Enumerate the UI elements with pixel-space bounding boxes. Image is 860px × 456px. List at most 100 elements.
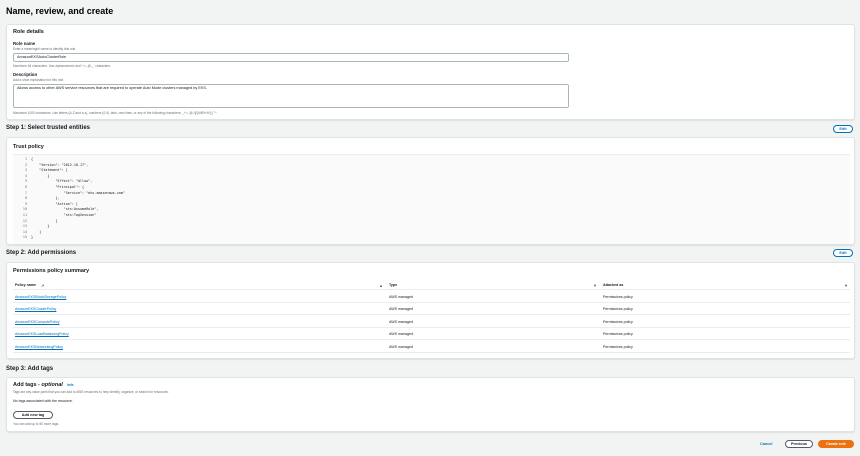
policy-type: AWS managed	[389, 332, 414, 337]
add-tags-title: Add tags - optional Info	[13, 382, 74, 388]
permissions-panel: Permissions policy summary Policy name ↗…	[6, 262, 855, 359]
policy-name-link[interactable]: AmazonEKSNetworkingPolicy	[15, 345, 63, 349]
code-text: "Principal": {	[31, 185, 85, 189]
permissions-table-header: Policy name ↗ ▲ Type ▼ Attached as ▼	[13, 280, 850, 290]
description-label: Description	[13, 72, 38, 77]
add-tags-description: Tags are key-value pairs that you can ad…	[13, 390, 169, 394]
description-description: Add a short explanation for this role.	[13, 78, 65, 82]
sort-icon[interactable]: ▼	[844, 283, 848, 288]
step2-edit-button[interactable]: Edit	[833, 249, 853, 257]
role-details-title: Role details	[13, 29, 44, 35]
policy-attached-as: Permissions policy	[603, 319, 633, 324]
policy-attached-as: Permissions policy	[603, 344, 633, 349]
policy-attached-as: Permissions policy	[603, 295, 633, 299]
code-line: 9 "Action": [	[13, 202, 850, 207]
policy-name-link[interactable]: AmazonEKSClusterPolicy	[15, 307, 56, 311]
policy-name-link[interactable]: AmazonEKSBlockStoragePolicy	[15, 295, 66, 299]
code-line: 15}	[13, 235, 850, 240]
role-name-hint: Maximum 64 characters. Use alphanumeric …	[13, 64, 111, 68]
code-text: "Statement": [	[31, 168, 68, 173]
policy-attached-as: Permissions policy	[603, 332, 633, 337]
page-title: Name, review, and create	[6, 6, 114, 16]
code-line: 3 "Statement": [	[13, 168, 850, 173]
sort-icon[interactable]: ▲	[379, 283, 383, 288]
table-row: AmazonEKSComputePolicy AWS managed Permiss…	[13, 316, 850, 328]
policy-type: AWS managed	[389, 295, 414, 299]
code-line: 10 "sts:AssumeRole",	[13, 207, 850, 212]
code-line: 11 "sts:TagSession"	[13, 213, 850, 218]
line-number: 7	[24, 190, 27, 195]
col-type[interactable]: Type	[389, 283, 397, 287]
description-textarea[interactable]: Allows access to other AWS service resou…	[13, 84, 569, 108]
add-tags-label: Add tags -	[13, 382, 42, 388]
permissions-summary-title: Permissions policy summary	[13, 268, 90, 274]
role-name-label: Role name	[13, 41, 36, 46]
step2-title: Step 2: Add permissions	[6, 250, 77, 256]
tag-limit-text: You can add up to 50 more tags.	[13, 422, 59, 426]
add-new-tag-button[interactable]: Add new tag	[13, 411, 53, 419]
table-row: AmazonEKSNetworkingPolicy AWS managed Perm…	[13, 341, 850, 353]
line-number: 9	[24, 201, 27, 206]
role-details-panel: Role details Role name Enter a meaningfu…	[6, 24, 855, 120]
code-text: "sts:AssumeRole",	[31, 207, 99, 212]
code-text: "sts:TagSession"	[31, 213, 97, 217]
description-hint: Maximum 1000 characters. Use letters (A-…	[13, 111, 217, 115]
line-number: 5	[24, 179, 27, 184]
line-number: 11	[22, 213, 27, 217]
role-name-input[interactable]: AmazonEKSAutoClusterRole	[13, 53, 569, 62]
col-attached-as[interactable]: Attached as	[603, 283, 623, 287]
trust-policy-editor: 1{2 "Version": "2012-10-17", 3 "Statement…	[13, 154, 850, 244]
tags-panel: Add tags - optional Info Tags are key-va…	[6, 377, 855, 432]
code-text: }	[31, 224, 50, 229]
code-text: "Version": "2012-10-17",	[31, 162, 89, 167]
code-text: "Action": [	[31, 201, 78, 206]
line-number: 8	[24, 196, 27, 201]
code-line: 8 },	[13, 196, 850, 201]
code-text: ]	[31, 229, 42, 234]
line-number: 13	[22, 224, 27, 229]
policy-attached-as: Permissions policy	[603, 307, 633, 312]
code-text: {	[31, 157, 34, 161]
cancel-button[interactable]: Cancel	[760, 442, 772, 446]
code-line: 2 "Version": "2012-10-17",	[13, 163, 850, 168]
code-line: 4 {	[13, 174, 850, 179]
line-number: 4	[24, 173, 27, 178]
trust-policy-panel: Trust policy 1 {2 "Version": "2012-10-17"…	[6, 137, 855, 245]
code-line: 13 }	[13, 224, 850, 229]
external-link-icon: ↗	[41, 282, 45, 288]
policy-type: AWS managed	[389, 307, 414, 312]
policy-type: AWS managed	[389, 344, 414, 349]
line-number: 6	[24, 185, 27, 189]
code-text: ]	[31, 218, 58, 223]
create-role-button[interactable]: Create role	[818, 440, 854, 448]
previous-button[interactable]: Previous	[785, 440, 813, 448]
line-number: 10	[22, 207, 27, 212]
code-line: 7 "Service": "eks.amazonaws.com"	[13, 191, 850, 196]
code-text: }	[31, 235, 34, 240]
table-row: AmazonEKSLoadBalancingPolicy AWS managed P…	[13, 328, 850, 341]
code-text: },	[31, 196, 60, 201]
add-tags-optional: optional	[41, 382, 63, 388]
code-text: {	[31, 173, 50, 178]
policy-name-link[interactable]: AmazonEKSLoadBalancingPolicy	[15, 332, 69, 336]
sort-icon[interactable]: ▼	[593, 283, 597, 288]
line-number: 14	[22, 229, 27, 234]
policy-name-link[interactable]: AmazonEKSComputePolicy	[15, 320, 60, 324]
step1-edit-button[interactable]: Edit	[833, 125, 853, 133]
code-line: 6 "Principal": {	[13, 185, 850, 190]
role-name-description: Enter a meaningful name to identify this…	[13, 47, 77, 51]
step3-title: Step 3: Add tags	[6, 366, 54, 372]
code-line: 5 "Effect": "Allow",	[13, 179, 850, 184]
code-text: "Effect": "Allow",	[31, 179, 93, 184]
table-row: AmazonEKSClusterPolicy AWS managed Permiss…	[13, 303, 850, 316]
line-number: 1	[24, 157, 27, 161]
table-row: AmazonEKSBlockStoragePolicy AWS managed Pe…	[13, 291, 850, 303]
line-number: 15	[22, 235, 27, 240]
no-tags-text: No tags associated with the resource.	[13, 399, 73, 403]
code-line: 12 ]	[13, 219, 850, 224]
line-number: 3	[24, 168, 27, 173]
col-policy-name[interactable]: Policy name	[15, 283, 36, 287]
info-link[interactable]: Info	[67, 383, 73, 387]
trust-policy-title: Trust policy	[13, 144, 44, 150]
line-number: 2	[24, 162, 27, 167]
